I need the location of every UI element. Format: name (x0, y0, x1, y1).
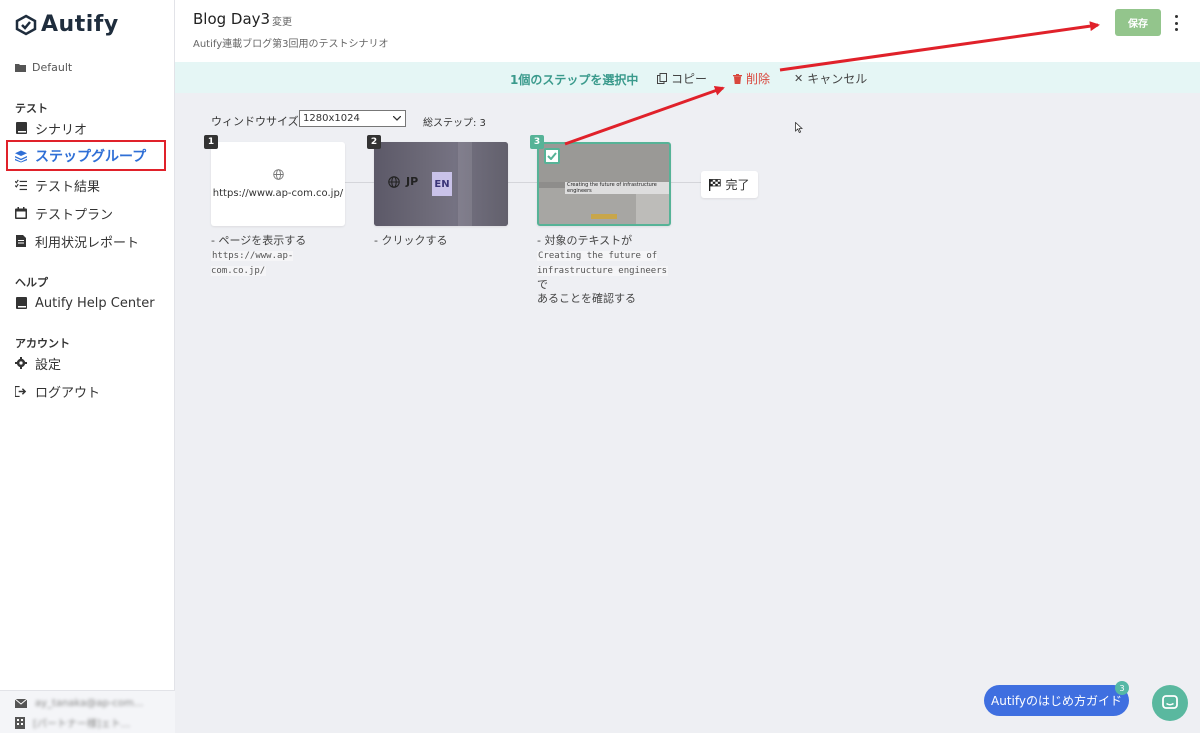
sidebar-item-help-center[interactable]: Autify Help Center (15, 291, 165, 315)
finish-flag-icon (709, 178, 722, 191)
logo-text: Autify (41, 12, 119, 37)
sidebar-item-label: シナリオ (35, 122, 88, 138)
step-number: 3 (530, 135, 544, 149)
annotation-arrows (564, 21, 1100, 146)
book-icon (15, 122, 27, 134)
step-card-2[interactable]: JP EN (374, 142, 508, 226)
calendar-icon (15, 207, 27, 219)
done-button[interactable]: 完了 (701, 171, 758, 198)
sidebar-item-usage-report[interactable]: 利用状況レポート (15, 229, 165, 253)
cancel-button[interactable]: ✕ キャンセル (794, 70, 867, 87)
save-button[interactable]: 保存 (1115, 9, 1161, 36)
book-icon (15, 297, 27, 309)
header: Blog Day3 変更 Autify連載ブログ第3回用のテストシナリオ 保存 (175, 0, 1200, 62)
step-select-checkbox[interactable] (544, 148, 560, 164)
step-desc-code: https://www.ap-com.co.jp/ (211, 251, 294, 276)
autify-logo[interactable]: Autify (15, 12, 119, 37)
sidebar-item-scenario[interactable]: シナリオ (15, 116, 165, 140)
page-subtitle: Autify連載ブログ第3回用のテストシナリオ (193, 39, 389, 50)
gear-icon (15, 357, 27, 369)
footer-org-text: [パートナー様]ェト... (33, 719, 131, 730)
building-icon (15, 716, 25, 729)
chat-icon (1162, 695, 1178, 709)
step-card-1[interactable]: https://www.ap-com.co.jp/ (211, 142, 345, 226)
sidebar-item-label: テスト結果 (35, 179, 101, 195)
sidebar-item-label: Autify Help Center (35, 295, 155, 311)
sidebar-item-label: ログアウト (35, 385, 101, 401)
total-steps: 総ステップ: 3 (423, 118, 486, 129)
step-url: https://www.ap-com.co.jp/ (212, 188, 344, 199)
sidebar-item-label: 利用状況レポート (35, 235, 140, 251)
layers-icon (15, 150, 27, 162)
sidebar: Autify Default テスト シナリオ ステップグループ テスト結果 テ… (0, 0, 175, 733)
step-description-3: - 対象のテキストが Creating the future of infras… (537, 234, 669, 305)
folder-label: Default (32, 61, 73, 74)
footer-org: [パートナー様]ェト... (15, 715, 130, 730)
delete-button[interactable]: 削除 (733, 70, 770, 87)
checkmark-icon (547, 152, 557, 160)
chevron-down-icon (393, 116, 401, 121)
delete-label: 削除 (746, 72, 771, 86)
chat-launcher-button[interactable] (1152, 685, 1188, 721)
report-icon (15, 235, 27, 247)
done-label: 完了 (725, 178, 750, 192)
close-icon: ✕ (794, 72, 804, 85)
copy-button[interactable]: コピー (657, 70, 707, 87)
step-screenshot-jp: JP (388, 175, 418, 188)
step-number: 1 (204, 135, 218, 149)
change-link[interactable]: 変更 (272, 13, 292, 28)
checklist-icon (15, 179, 27, 191)
guide-badge: 3 (1115, 681, 1129, 695)
annotation-arrow (564, 85, 725, 146)
step-number: 2 (367, 135, 381, 149)
sidebar-item-label: テストプラン (35, 207, 114, 223)
sidebar-footer: ay_tanaka@ap-com... [パートナー様]ェト... (0, 690, 175, 733)
envelope-icon (15, 699, 27, 708)
section-help: ヘルプ (15, 276, 48, 289)
selection-count: 1個のステップを選択中 (510, 73, 639, 87)
copy-icon (657, 73, 667, 84)
globe-icon (272, 169, 284, 180)
folder-default[interactable]: Default (15, 61, 72, 74)
step-screenshot-headline: Creating the future of infrastructure en… (565, 182, 669, 194)
window-size-value: 1280x1024 (303, 113, 360, 124)
sidebar-item-label: 設定 (35, 357, 62, 373)
step-description-2: - クリックする (374, 234, 448, 247)
sidebar-item-step-group[interactable]: ステップグループ (15, 144, 165, 168)
mouse-cursor-icon (795, 122, 803, 133)
page-title: Blog Day3 (193, 10, 271, 28)
section-test: テスト (15, 102, 48, 115)
sidebar-item-test-plan[interactable]: テストプラン (15, 201, 165, 225)
logout-icon (15, 385, 27, 397)
footer-email: ay_tanaka@ap-com... (15, 698, 143, 709)
cancel-label: キャンセル (807, 72, 868, 86)
step-description-1: - ページを表示する https://www.ap-com.co.jp/ (211, 234, 337, 278)
getting-started-guide-button[interactable]: Autifyのはじめ方ガイド (984, 685, 1129, 716)
footer-email-text: ay_tanaka@ap-com... (35, 698, 144, 709)
globe-icon (388, 175, 400, 188)
step-screenshot-en: EN (432, 172, 452, 196)
step-desc-code: Creating the future of infrastructure en… (537, 251, 669, 276)
step-desc-text: - 対象のテキストが (537, 234, 633, 247)
sidebar-item-label: ステップグループ (35, 149, 147, 165)
section-account: アカウント (15, 337, 70, 350)
sidebar-item-test-results[interactable]: テスト結果 (15, 173, 165, 197)
copy-label: コピー (671, 72, 708, 86)
folder-icon (15, 64, 26, 72)
sidebar-item-logout[interactable]: ログアウト (15, 379, 165, 403)
selection-bar: 1個のステップを選択中 コピー 削除 ✕ キャンセル (175, 62, 1200, 93)
step-desc-text: - ページを表示する (211, 234, 307, 247)
window-size-select[interactable]: 1280x1024 (299, 110, 406, 127)
trash-icon (733, 73, 742, 84)
step-card-3[interactable]: Creating the future of infrastructure en… (537, 142, 671, 226)
more-menu-icon[interactable] (1171, 14, 1181, 32)
window-size-label: ウィンドウサイズ: (211, 115, 303, 128)
sidebar-item-settings[interactable]: 設定 (15, 351, 165, 375)
autify-logo-icon (15, 14, 37, 35)
